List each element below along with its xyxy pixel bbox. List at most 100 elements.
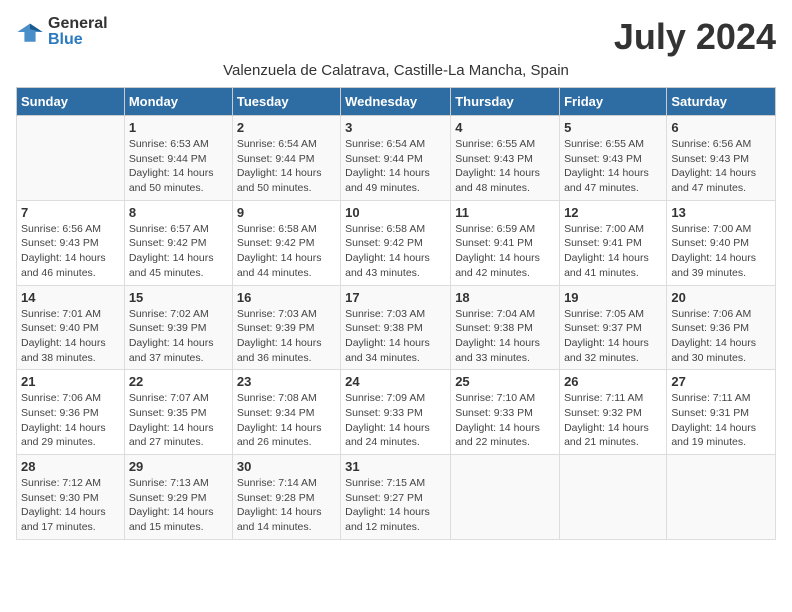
day-cell: 1 Sunrise: 6:53 AM Sunset: 9:44 PM Daylig… xyxy=(124,116,232,201)
day-cell: 25 Sunrise: 7:10 AM Sunset: 9:33 PM Dayli… xyxy=(451,370,560,455)
day-cell: 26 Sunrise: 7:11 AM Sunset: 9:32 PM Dayli… xyxy=(560,370,667,455)
header-row: SundayMondayTuesdayWednesdayThursdayFrid… xyxy=(17,88,776,116)
day-number: 29 xyxy=(129,459,228,474)
day-detail: Sunrise: 7:15 AM Sunset: 9:27 PM Dayligh… xyxy=(345,476,446,535)
day-cell: 16Sunrise: 7:03 AM Sunset: 9:39 PM Dayli… xyxy=(232,285,340,370)
col-header-friday: Friday xyxy=(560,88,667,116)
day-number: 17 xyxy=(345,290,446,305)
day-cell: 8 Sunrise: 6:57 AM Sunset: 9:42 PM Daylig… xyxy=(124,200,232,285)
day-number: 14 xyxy=(21,290,120,305)
day-number: 8 xyxy=(129,205,228,220)
day-number: 13 xyxy=(671,205,771,220)
day-cell: 10 Sunrise: 6:58 AM Sunset: 9:42 PM Dayli… xyxy=(341,200,451,285)
day-detail: Sunrise: 7:04 AM Sunset: 9:38 PM Dayligh… xyxy=(455,307,555,366)
day-cell: 2 Sunrise: 6:54 AM Sunset: 9:44 PM Daylig… xyxy=(232,116,340,201)
week-row-3: 14 Sunrise: 7:01 AM Sunset: 9:40 PM Dayli… xyxy=(17,285,776,370)
day-cell: 31Sunrise: 7:15 AM Sunset: 9:27 PM Dayli… xyxy=(341,455,451,540)
day-detail: Sunrise: 6:55 AM Sunset: 9:43 PM Dayligh… xyxy=(455,137,555,196)
day-detail: Sunrise: 7:11 AM Sunset: 9:31 PM Dayligh… xyxy=(671,391,771,450)
week-row-2: 7 Sunrise: 6:56 AM Sunset: 9:43 PM Daylig… xyxy=(17,200,776,285)
day-number: 21 xyxy=(21,374,120,389)
day-detail: Sunrise: 6:56 AM Sunset: 9:43 PM Dayligh… xyxy=(671,137,771,196)
logo-general: General xyxy=(48,16,108,32)
day-number: 18 xyxy=(455,290,555,305)
day-cell: 5 Sunrise: 6:55 AM Sunset: 9:43 PM Daylig… xyxy=(560,116,667,201)
day-cell: 27Sunrise: 7:11 AM Sunset: 9:31 PM Dayli… xyxy=(667,370,776,455)
day-detail: Sunrise: 7:13 AM Sunset: 9:29 PM Dayligh… xyxy=(129,476,228,535)
location-title: Valenzuela de Calatrava, Castille-La Man… xyxy=(16,62,776,79)
day-cell xyxy=(667,455,776,540)
day-detail: Sunrise: 7:06 AM Sunset: 9:36 PM Dayligh… xyxy=(671,307,771,366)
day-detail: Sunrise: 6:58 AM Sunset: 9:42 PM Dayligh… xyxy=(237,222,336,281)
day-number: 7 xyxy=(21,205,120,220)
day-detail: Sunrise: 6:56 AM Sunset: 9:43 PM Dayligh… xyxy=(21,222,120,281)
col-header-sunday: Sunday xyxy=(17,88,125,116)
day-number: 22 xyxy=(129,374,228,389)
day-detail: Sunrise: 7:01 AM Sunset: 9:40 PM Dayligh… xyxy=(21,307,120,366)
day-cell: 21 Sunrise: 7:06 AM Sunset: 9:36 PM Dayli… xyxy=(17,370,125,455)
day-cell: 17 Sunrise: 7:03 AM Sunset: 9:38 PM Dayli… xyxy=(341,285,451,370)
day-cell: 12Sunrise: 7:00 AM Sunset: 9:41 PM Dayli… xyxy=(560,200,667,285)
day-cell: 20 Sunrise: 7:06 AM Sunset: 9:36 PM Dayli… xyxy=(667,285,776,370)
day-number: 30 xyxy=(237,459,336,474)
day-number: 4 xyxy=(455,120,555,135)
day-detail: Sunrise: 6:58 AM Sunset: 9:42 PM Dayligh… xyxy=(345,222,446,281)
month-year-title: July 2024 xyxy=(614,16,776,58)
day-detail: Sunrise: 7:12 AM Sunset: 9:30 PM Dayligh… xyxy=(21,476,120,535)
day-detail: Sunrise: 7:09 AM Sunset: 9:33 PM Dayligh… xyxy=(345,391,446,450)
day-detail: Sunrise: 7:11 AM Sunset: 9:32 PM Dayligh… xyxy=(564,391,662,450)
logo-icon xyxy=(16,18,44,46)
day-number: 1 xyxy=(129,120,228,135)
col-header-tuesday: Tuesday xyxy=(232,88,340,116)
day-detail: Sunrise: 6:54 AM Sunset: 9:44 PM Dayligh… xyxy=(237,137,336,196)
day-cell xyxy=(451,455,560,540)
day-number: 5 xyxy=(564,120,662,135)
day-cell: 13Sunrise: 7:00 AM Sunset: 9:40 PM Dayli… xyxy=(667,200,776,285)
day-number: 28 xyxy=(21,459,120,474)
week-row-1: 1 Sunrise: 6:53 AM Sunset: 9:44 PM Daylig… xyxy=(17,116,776,201)
day-number: 6 xyxy=(671,120,771,135)
day-number: 10 xyxy=(345,205,446,220)
day-detail: Sunrise: 7:14 AM Sunset: 9:28 PM Dayligh… xyxy=(237,476,336,535)
col-header-wednesday: Wednesday xyxy=(341,88,451,116)
logo-blue: Blue xyxy=(48,32,108,48)
logo: General Blue xyxy=(16,16,108,48)
day-number: 11 xyxy=(455,205,555,220)
day-detail: Sunrise: 6:57 AM Sunset: 9:42 PM Dayligh… xyxy=(129,222,228,281)
day-number: 9 xyxy=(237,205,336,220)
day-number: 20 xyxy=(671,290,771,305)
day-detail: Sunrise: 7:03 AM Sunset: 9:38 PM Dayligh… xyxy=(345,307,446,366)
day-number: 15 xyxy=(129,290,228,305)
day-cell: 4 Sunrise: 6:55 AM Sunset: 9:43 PM Daylig… xyxy=(451,116,560,201)
day-cell: 23Sunrise: 7:08 AM Sunset: 9:34 PM Dayli… xyxy=(232,370,340,455)
col-header-thursday: Thursday xyxy=(451,88,560,116)
day-detail: Sunrise: 7:07 AM Sunset: 9:35 PM Dayligh… xyxy=(129,391,228,450)
day-detail: Sunrise: 7:00 AM Sunset: 9:41 PM Dayligh… xyxy=(564,222,662,281)
day-detail: Sunrise: 6:53 AM Sunset: 9:44 PM Dayligh… xyxy=(129,137,228,196)
day-number: 3 xyxy=(345,120,446,135)
week-row-5: 28 Sunrise: 7:12 AM Sunset: 9:30 PM Dayli… xyxy=(17,455,776,540)
day-cell: 7 Sunrise: 6:56 AM Sunset: 9:43 PM Daylig… xyxy=(17,200,125,285)
day-detail: Sunrise: 6:59 AM Sunset: 9:41 PM Dayligh… xyxy=(455,222,555,281)
day-cell: 14 Sunrise: 7:01 AM Sunset: 9:40 PM Dayli… xyxy=(17,285,125,370)
col-header-monday: Monday xyxy=(124,88,232,116)
day-detail: Sunrise: 7:02 AM Sunset: 9:39 PM Dayligh… xyxy=(129,307,228,366)
day-number: 26 xyxy=(564,374,662,389)
day-cell: 3 Sunrise: 6:54 AM Sunset: 9:44 PM Daylig… xyxy=(341,116,451,201)
day-cell: 29 Sunrise: 7:13 AM Sunset: 9:29 PM Dayli… xyxy=(124,455,232,540)
day-detail: Sunrise: 7:10 AM Sunset: 9:33 PM Dayligh… xyxy=(455,391,555,450)
day-detail: Sunrise: 7:05 AM Sunset: 9:37 PM Dayligh… xyxy=(564,307,662,366)
day-detail: Sunrise: 6:54 AM Sunset: 9:44 PM Dayligh… xyxy=(345,137,446,196)
page-header: General Blue July 2024 xyxy=(16,16,776,58)
day-cell: 11 Sunrise: 6:59 AM Sunset: 9:41 PM Dayli… xyxy=(451,200,560,285)
day-detail: Sunrise: 7:06 AM Sunset: 9:36 PM Dayligh… xyxy=(21,391,120,450)
day-cell: 22 Sunrise: 7:07 AM Sunset: 9:35 PM Dayli… xyxy=(124,370,232,455)
day-cell: 30 Sunrise: 7:14 AM Sunset: 9:28 PM Dayli… xyxy=(232,455,340,540)
day-number: 2 xyxy=(237,120,336,135)
calendar-table: SundayMondayTuesdayWednesdayThursdayFrid… xyxy=(16,87,776,540)
day-cell: 24Sunrise: 7:09 AM Sunset: 9:33 PM Dayli… xyxy=(341,370,451,455)
day-detail: Sunrise: 6:55 AM Sunset: 9:43 PM Dayligh… xyxy=(564,137,662,196)
day-number: 23 xyxy=(237,374,336,389)
day-number: 25 xyxy=(455,374,555,389)
day-cell: 9 Sunrise: 6:58 AM Sunset: 9:42 PM Daylig… xyxy=(232,200,340,285)
